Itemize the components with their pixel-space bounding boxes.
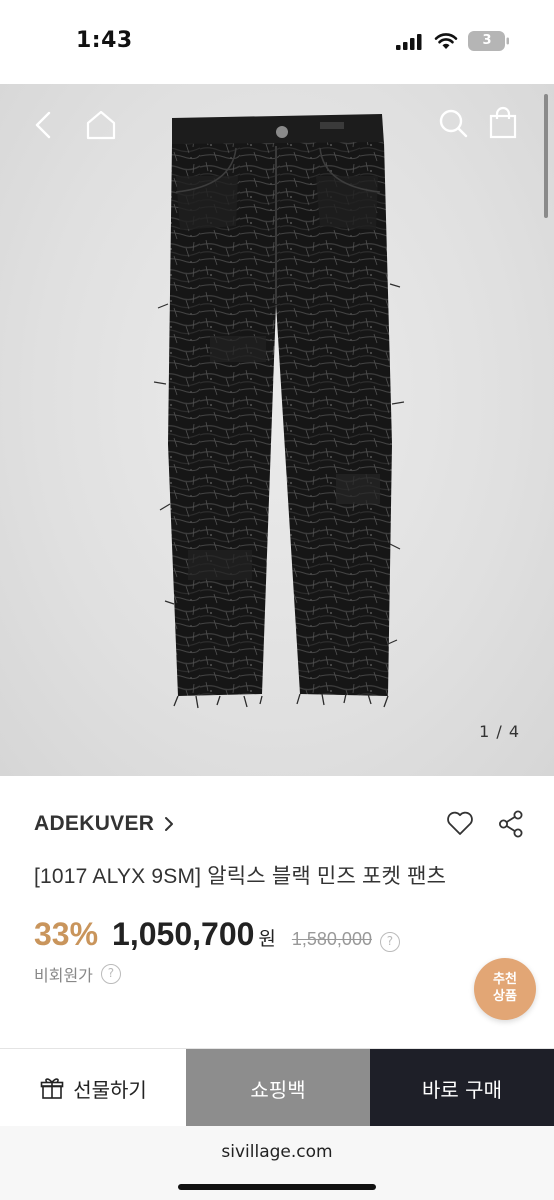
url-text[interactable]: sivillage.com [0,1142,554,1162]
brand-name[interactable]: ADEKUVER [34,812,154,836]
price-help-icon[interactable]: ? [379,932,400,952]
page-indicator: 1 / 4 [479,722,520,741]
gift-icon [40,1078,64,1099]
add-to-bag-button[interactable]: 쇼핑백 [186,1049,370,1127]
status-bar: 1:43 3 [0,0,554,84]
buy-button-label: 바로 구매 [422,1077,502,1102]
recommend-products-button[interactable]: 추천 상품 [474,958,536,1020]
member-price-row: 비회원가 ? [34,962,121,986]
product-image[interactable] [0,84,554,776]
scrollbar[interactable] [544,94,548,218]
gift-button[interactable]: 선물하기 [0,1049,186,1127]
share-icon[interactable] [498,810,524,838]
battery-level: 3 [482,33,492,48]
browser-url-bar[interactable]: sivillage.com [0,1126,554,1200]
heart-icon[interactable] [446,810,474,836]
wifi-icon [434,33,458,49]
product-image-gallery[interactable]: 1 / 4 [0,84,554,776]
product-title: [1017 ALYX 9SM] 알릭스 블랙 민즈 포켓 팬츠 [34,865,447,888]
original-price: 1,580,000 [291,929,372,949]
home-indicator[interactable] [178,1184,376,1190]
currency-unit: 원 [258,928,276,950]
recommend-line1: 추천 [493,972,517,987]
chevron-right-icon [165,817,174,831]
gift-button-label: 선물하기 [73,1077,147,1102]
bag-button-label: 쇼핑백 [250,1077,306,1102]
back-chevron-icon[interactable] [28,108,62,142]
buy-now-button[interactable]: 바로 구매 [370,1049,554,1127]
discount-rate: 33% [34,916,99,952]
home-icon[interactable] [84,108,118,142]
status-time: 1:43 [76,28,133,53]
shopping-bag-icon[interactable] [486,106,520,140]
brand-link[interactable]: ADEKUVER [34,812,174,836]
price-row: 33% 1,050,700 원 1,580,000 ? [34,916,400,953]
cellular-signal-icon [396,34,422,50]
action-bar: 선물하기 쇼핑백 바로 구매 [0,1048,554,1127]
search-icon[interactable] [436,106,470,140]
recommend-line2: 상품 [493,989,517,1004]
sale-price: 1,050,700 [112,916,255,952]
member-price-label: 비회원가 [34,966,93,985]
member-price-help-icon[interactable]: ? [100,964,121,984]
